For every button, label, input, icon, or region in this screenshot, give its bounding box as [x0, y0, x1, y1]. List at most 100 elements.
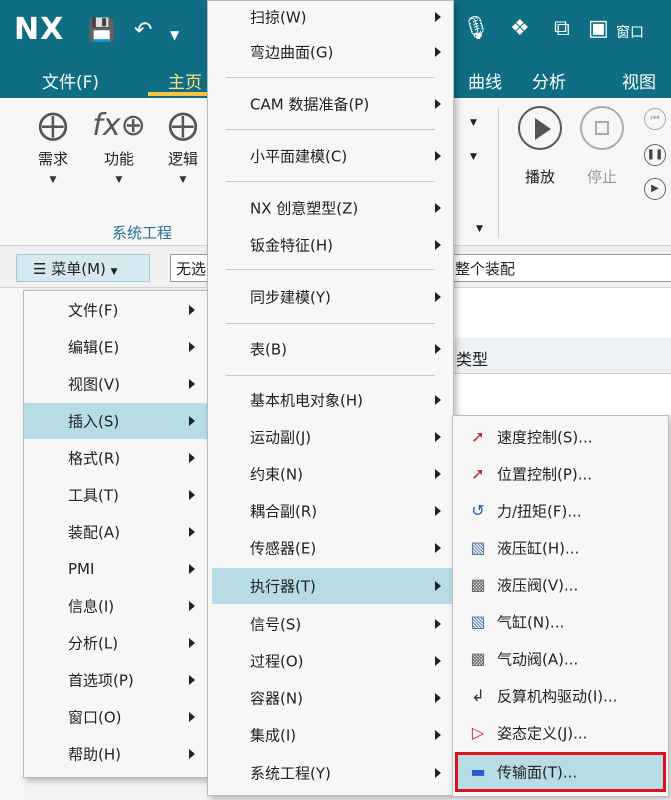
chevron-right-icon — [189, 712, 195, 722]
menu-item-pmi[interactable]: PMI — [24, 551, 207, 587]
chevron-down-icon: ▼ — [179, 175, 187, 185]
menu-item-actuators[interactable]: 执行器(T) — [212, 568, 453, 604]
chevron-down-icon[interactable]: ▼ — [470, 118, 477, 128]
pneumatic-cylinder-icon: ▧ — [470, 611, 486, 631]
menu-button[interactable]: ☰ 菜单(M) ▼ — [16, 254, 150, 282]
chevron-down-icon: ▼ — [115, 175, 123, 185]
menu-separator — [226, 269, 435, 270]
menu-item-joints[interactable]: 运动副(J) — [208, 418, 453, 455]
menu-item-inverse-kinematics[interactable]: ↲ 反算机构驱动(I)... — [453, 677, 668, 714]
hydraulic-cylinder-icon: ▧ — [470, 537, 486, 557]
selection-scope-dropdown[interactable]: 整个装配 — [452, 254, 671, 282]
chevron-right-icon — [189, 749, 195, 759]
menu-item-file[interactable]: 文件(F) — [24, 292, 207, 328]
window-switch-icon[interactable]: ⧉ — [554, 18, 570, 40]
menu-item-containers[interactable]: 容器(N) — [208, 679, 453, 716]
menu-item-preferences[interactable]: 首选项(P) — [24, 662, 207, 698]
window-icon[interactable]: ▣ — [588, 18, 609, 40]
chevron-right-icon — [189, 638, 195, 648]
menu-item-signals[interactable]: 信号(S) — [208, 605, 453, 642]
resource-bar — [0, 288, 24, 800]
position-control-icon: ➚ — [471, 463, 485, 483]
chevron-right-icon — [435, 151, 441, 161]
menu-item-force-torque[interactable]: ↺ 力/扭矩(F)... — [453, 492, 668, 529]
tab-view[interactable]: 视图 — [622, 68, 656, 93]
menu-separator — [226, 129, 435, 130]
chevron-right-icon — [435, 692, 441, 703]
play-button-label[interactable]: 播放 — [510, 166, 570, 187]
chevron-down-icon[interactable]: ▼ — [470, 152, 477, 162]
pneumatic-valve-icon: ▩ — [470, 648, 486, 668]
chevron-right-icon — [435, 505, 441, 516]
menu-item-assembly[interactable]: 装配(A) — [24, 514, 207, 550]
menu-item-basic-mechatronics[interactable]: 基本机电对象(H) — [208, 381, 453, 418]
menu-item-view[interactable]: 视图(V) — [24, 366, 207, 402]
chevron-right-icon — [189, 305, 195, 315]
menu-item-system-engineering[interactable]: 系统工程(Y) — [208, 753, 453, 793]
window-menu-label[interactable]: 窗口 — [616, 22, 644, 42]
menu-item-cam-data-prep[interactable]: CAM 数据准备(P) — [208, 85, 453, 123]
chevron-right-icon — [435, 581, 441, 591]
chevron-right-icon — [435, 292, 441, 302]
tab-file[interactable]: 文件(F) — [42, 68, 99, 93]
fx-add-icon: fx⊕ — [92, 108, 146, 143]
menu-item-facet-modeling[interactable]: 小平面建模(C) — [208, 137, 453, 175]
menu-item-analysis[interactable]: 分析(L) — [24, 625, 207, 661]
chevron-right-icon — [189, 527, 195, 537]
active-tab-indicator — [148, 92, 208, 96]
requirement-button[interactable]: ⨁ 需求 ▼ — [22, 104, 84, 185]
menu-item-pneumatic-valve[interactable]: ▩ 气动阀(A)... — [453, 640, 668, 677]
menu-item-synchronous-modeling[interactable]: 同步建模(Y) — [208, 277, 453, 317]
step-icon[interactable]: ▶ — [644, 178, 666, 200]
chevron-right-icon — [435, 431, 441, 442]
command-finder-icon[interactable]: ❖ — [510, 18, 530, 40]
menu-item-hydraulic-cylinder[interactable]: ▧ 液压缸(H)... — [453, 529, 668, 566]
menu-item-sensors[interactable]: 传感器(E) — [208, 529, 453, 566]
menu-item-couplers[interactable]: 耦合副(R) — [208, 492, 453, 529]
chevron-right-icon — [189, 416, 195, 426]
menu-item-pose-definition[interactable]: ▷ 姿态定义(J)... — [453, 714, 668, 751]
tab-analysis[interactable]: 分析 — [532, 68, 566, 93]
function-button[interactable]: fx⊕ 功能 ▼ — [88, 104, 150, 185]
rewind-icon[interactable]: ⏮ — [644, 108, 666, 130]
menu-item-insert[interactable]: 插入(S) — [24, 403, 207, 439]
chevron-right-icon — [189, 342, 195, 352]
stop-button-label[interactable]: 停止 — [572, 166, 632, 187]
menu-separator — [226, 181, 435, 182]
nx-logo: NX — [14, 12, 65, 47]
save-icon[interactable]: 💾 — [88, 20, 115, 42]
menu-item-information[interactable]: 信息(I) — [24, 588, 207, 624]
menu-item-flange-surface[interactable]: 弯边曲面(G) — [208, 34, 453, 70]
chevron-right-icon — [435, 12, 441, 22]
menu-item-sheet-metal[interactable]: 钣金特征(H) — [208, 227, 453, 263]
menu-item-integration[interactable]: 集成(I) — [208, 716, 453, 753]
undo-dropdown-icon[interactable]: ▼ — [170, 24, 179, 46]
menu-item-pneumatic-cylinder[interactable]: ▧ 气缸(N)... — [453, 603, 668, 640]
chevron-right-icon — [189, 564, 195, 574]
menu-item-nx-realize-shape[interactable]: NX 创意塑型(Z) — [208, 189, 453, 227]
menu-item-constraints[interactable]: 约束(N) — [208, 455, 453, 492]
microphone-icon[interactable]: 🎙 — [462, 18, 490, 40]
logic-button[interactable]: ⨁ 逻辑 ▼ — [152, 104, 214, 185]
menu-item-format[interactable]: 格式(R) — [24, 440, 207, 476]
menu-item-window[interactable]: 窗口(O) — [24, 699, 207, 735]
menu-item-edit[interactable]: 编辑(E) — [24, 329, 207, 365]
chevron-down-icon[interactable]: ▼ — [476, 224, 483, 234]
menu-item-tools[interactable]: 工具(T) — [24, 477, 207, 513]
menu-item-sweep[interactable]: 扫掠(W) — [208, 1, 453, 33]
menu-separator — [226, 375, 435, 376]
play-icon[interactable] — [518, 106, 562, 150]
tab-curve[interactable]: 曲线 — [468, 68, 502, 93]
stop-icon[interactable] — [580, 106, 624, 150]
menu-item-position-control[interactable]: ➚ 位置控制(P)... — [453, 455, 668, 492]
menu-item-speed-control[interactable]: ➚ 速度控制(S)... — [453, 418, 668, 455]
menu-separator — [226, 323, 435, 324]
menu-item-hydraulic-valve[interactable]: ▩ 液压阀(V)... — [453, 566, 668, 603]
menu-item-process[interactable]: 过程(O) — [208, 642, 453, 679]
menu-item-help[interactable]: 帮助(H) — [24, 736, 207, 772]
actuator-submenu: ➚ 速度控制(S)... ➚ 位置控制(P)... ↺ 力/扭矩(F)... ▧… — [452, 415, 669, 797]
pause-icon[interactable]: ❚❚ — [644, 144, 666, 166]
undo-icon[interactable]: ↶ — [134, 20, 152, 42]
menu-item-table[interactable]: 表(B) — [208, 329, 453, 369]
tab-home[interactable]: 主页 — [168, 68, 202, 93]
